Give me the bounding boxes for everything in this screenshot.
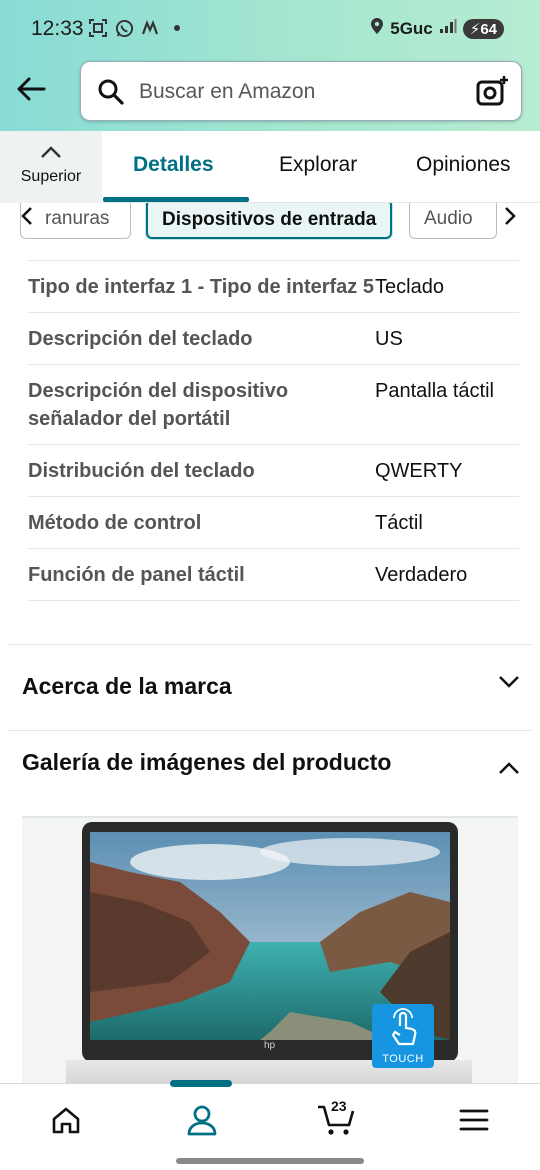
- row-value: Verdadero: [375, 564, 468, 586]
- superior-button[interactable]: Superior: [0, 131, 102, 203]
- row-key: Descripción del teclado: [28, 328, 253, 350]
- row-key: Método de control: [28, 512, 202, 534]
- gallery-section[interactable]: Galería de imágenes del producto: [8, 730, 532, 816]
- row-key: Distribución del teclado: [28, 460, 255, 482]
- battery-level: 64: [480, 20, 497, 38]
- header: 12:33 5Guc ⚡64 Buscar en Amazon: [0, 0, 540, 131]
- search-box[interactable]: Buscar en Amazon: [80, 61, 522, 121]
- status-bar: 12:33 5Guc ⚡64: [0, 0, 540, 58]
- search-input[interactable]: Buscar en Amazon: [139, 80, 315, 104]
- chip-audio[interactable]: Audio: [409, 203, 497, 239]
- table-row: Tipo de interfaz 1 - Tipo de interfaz 5 …: [28, 261, 519, 313]
- scan-icon: [88, 18, 108, 38]
- gallery-section-title: Galería de imágenes del producto: [22, 749, 392, 775]
- status-right: 5Guc ⚡64: [370, 17, 504, 40]
- account-icon[interactable]: [180, 1102, 224, 1138]
- product-image[interactable]: hp TOUCH: [22, 816, 518, 1086]
- chip-dispositivos-de-entrada[interactable]: Dispositivos de entrada: [146, 203, 393, 239]
- tab-bar: Superior Detalles Explorar Opiniones: [0, 131, 540, 203]
- table-row: Distribución del teclado QWERTY: [28, 445, 519, 497]
- row-key: Tipo de interfaz 1 - Tipo de interfaz 5: [28, 276, 374, 298]
- cart-icon[interactable]: [314, 1102, 358, 1138]
- tab-opiniones[interactable]: Opiniones: [416, 153, 511, 177]
- chip-ranuras[interactable]: ranuras: [20, 203, 131, 239]
- touch-badge-label: TOUCH: [382, 1053, 424, 1065]
- menu-icon[interactable]: [452, 1102, 496, 1138]
- chip-label: Audio: [424, 208, 473, 229]
- touch-badge: TOUCH: [372, 1004, 434, 1068]
- chip-label: ranuras: [45, 208, 110, 229]
- details-table: Tipo de interfaz 1 - Tipo de interfaz 5 …: [28, 260, 519, 601]
- chevron-right-icon[interactable]: [503, 205, 517, 233]
- table-row: Descripción del dispositivo señalador de…: [28, 365, 519, 445]
- tab-explorar[interactable]: Explorar: [279, 153, 357, 177]
- notification-icons: [88, 18, 180, 38]
- brand-section-title: Acerca de la marca: [22, 673, 232, 699]
- home-icon[interactable]: [44, 1102, 88, 1138]
- row-value: QWERTY: [375, 460, 463, 482]
- signal-icon: [439, 18, 457, 39]
- category-chips: ranuras Dispositivos de entrada Audio: [0, 203, 540, 251]
- active-nav-indicator: [170, 1080, 232, 1087]
- status-time: 12:33: [31, 17, 84, 40]
- dot-icon: [174, 25, 180, 31]
- superior-label: Superior: [20, 168, 82, 185]
- chevron-left-icon[interactable]: [20, 205, 34, 233]
- m-app-icon: [140, 18, 160, 38]
- chevron-down-icon[interactable]: [498, 675, 520, 694]
- row-value: Pantalla táctil: [375, 380, 494, 402]
- row-value: Táctil: [375, 512, 423, 534]
- row-key: Función de panel táctil: [28, 564, 245, 586]
- active-tab-indicator: [103, 197, 249, 202]
- network-label: 5Guc: [390, 18, 433, 38]
- chevron-up-icon: [40, 145, 62, 164]
- tab-detalles[interactable]: Detalles: [133, 153, 214, 177]
- table-row: Función de panel táctil Verdadero: [28, 549, 519, 601]
- whatsapp-icon: [114, 18, 134, 38]
- table-row: Descripción del teclado US: [28, 313, 519, 365]
- camera-search-icon[interactable]: [475, 74, 509, 113]
- gesture-handle: [176, 1158, 364, 1164]
- chip-label: Dispositivos de entrada: [162, 209, 377, 230]
- table-row: Método de control Táctil: [28, 497, 519, 549]
- bottom-navigation: 23: [0, 1080, 540, 1170]
- location-icon: [370, 17, 384, 40]
- row-value: Teclado: [375, 276, 444, 298]
- search-icon: [97, 78, 125, 111]
- row-key: Descripción del dispositivo señalador de…: [28, 380, 289, 430]
- battery-indicator: ⚡64: [462, 18, 504, 39]
- hp-logo: hp: [264, 1040, 276, 1051]
- row-value: US: [375, 328, 403, 350]
- brand-section[interactable]: Acerca de la marca: [8, 644, 532, 730]
- back-arrow-icon[interactable]: [14, 72, 50, 108]
- chevron-up-icon[interactable]: [498, 761, 520, 780]
